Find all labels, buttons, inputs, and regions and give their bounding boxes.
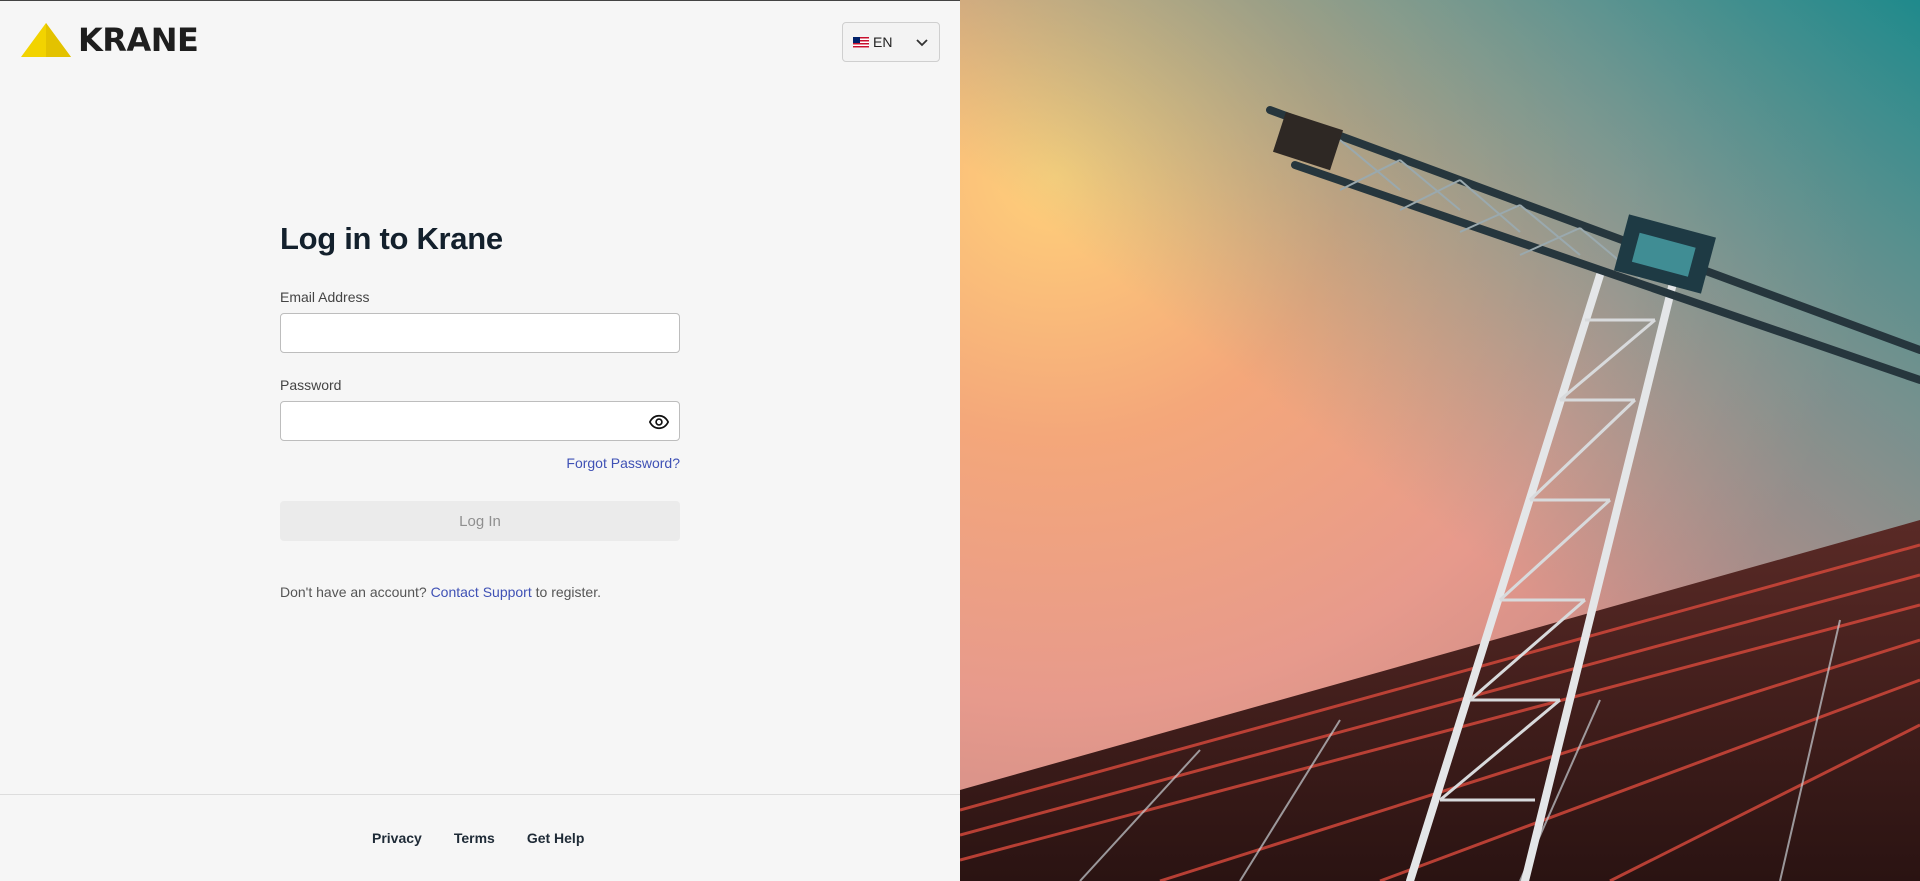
- hero-image: [960, 0, 1920, 881]
- forgot-password-link[interactable]: Forgot Password?: [566, 455, 680, 471]
- footer-link-privacy[interactable]: Privacy: [372, 830, 422, 846]
- register-prefix: Don't have an account?: [280, 584, 427, 600]
- password-field-wrapper: [280, 401, 680, 441]
- footer: Privacy Terms Get Help: [0, 794, 960, 881]
- email-field-wrapper: [280, 313, 680, 353]
- eye-icon[interactable]: [649, 412, 669, 432]
- us-flag-icon: [853, 36, 869, 48]
- logo-triangle-icon: [21, 23, 71, 57]
- contact-support-link[interactable]: Contact Support: [431, 584, 532, 600]
- page-title: Log in to Krane: [280, 221, 503, 256]
- register-suffix: to register.: [535, 584, 601, 600]
- login-form: Log in to Krane Email Address Password F…: [280, 221, 680, 600]
- footer-link-terms[interactable]: Terms: [454, 830, 495, 846]
- language-code: EN: [873, 34, 893, 50]
- password-label: Password: [280, 377, 342, 393]
- email-label: Email Address: [280, 289, 370, 305]
- crane-photo: [960, 0, 1920, 881]
- login-panel: KRANE EN Log in to Krane Email Address P…: [0, 0, 960, 881]
- krane-logo[interactable]: KRANE: [20, 21, 199, 59]
- login-button[interactable]: Log In: [280, 501, 680, 541]
- register-text: Don't have an account? Contact Support t…: [280, 584, 680, 600]
- footer-link-get-help[interactable]: Get Help: [527, 830, 585, 846]
- chevron-down-icon: [916, 39, 928, 47]
- email-field[interactable]: [281, 314, 679, 352]
- brand-name: KRANE: [78, 21, 199, 59]
- language-selector[interactable]: EN: [842, 22, 940, 62]
- password-field[interactable]: [281, 402, 679, 440]
